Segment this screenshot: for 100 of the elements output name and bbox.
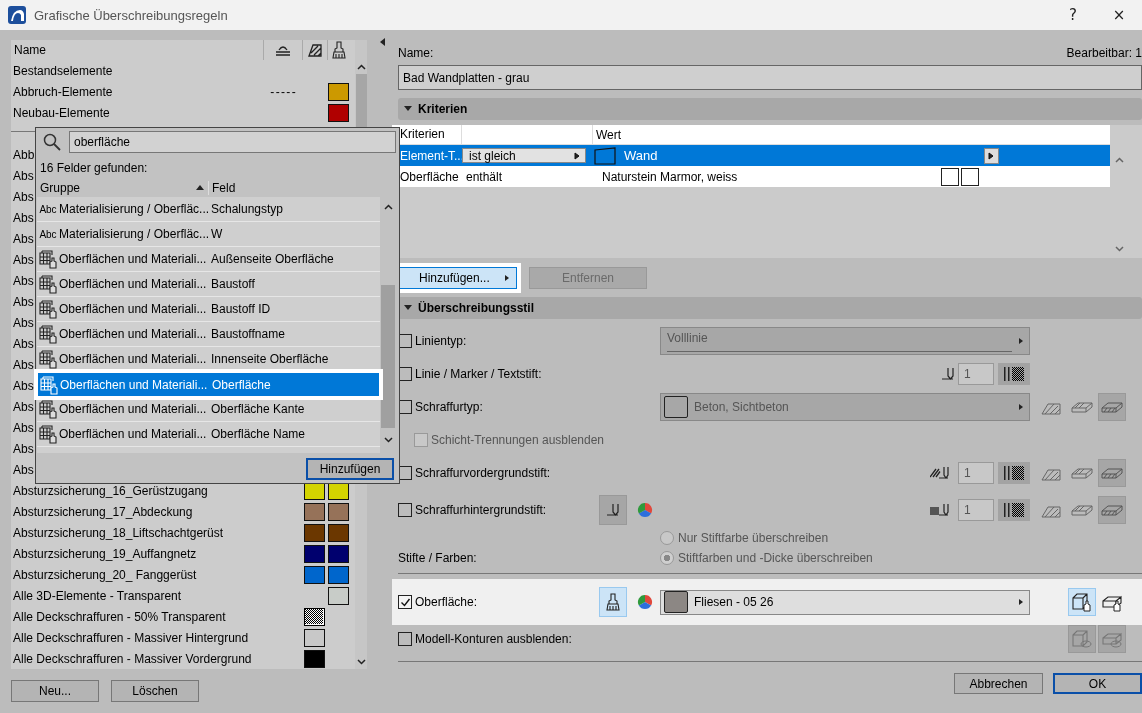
rule-name[interactable]: Alle Deckschraffuren - 50% Transparent	[11, 609, 263, 624]
cancel-button[interactable]: Abbrechen	[954, 673, 1043, 694]
text-type-label: Abc	[39, 203, 57, 215]
criterion-value: Naturstein Marmor, weiss	[602, 169, 738, 184]
radio-button[interactable]	[660, 551, 674, 565]
slab-surface-toggle[interactable]	[1098, 625, 1126, 653]
pattern-icon	[1004, 466, 1024, 480]
column-header[interactable]: Gruppe	[37, 181, 209, 195]
criteria-row[interactable]: Oberfläche enthält Naturstein Marmor, weiss	[392, 166, 1110, 187]
field-name: Oberfläche Name	[210, 427, 307, 441]
add-field-button[interactable]: Hinzufügen	[306, 458, 394, 480]
rule-name[interactable]: Absturzsicherung_20_ Fanggerüst	[11, 567, 263, 582]
rule-name[interactable]: Alle 3D-Elemente - Transparent	[11, 588, 263, 603]
field-name: W	[210, 227, 224, 241]
rule-name[interactable]: Alle Deckschraffuren - Massiver Hintergrund	[11, 630, 263, 645]
rule-name[interactable]: Absturzsicherung_18_Liftschachtgerüst	[11, 525, 263, 540]
pen-number-field[interactable]: 1	[958, 363, 994, 385]
search-icon	[43, 133, 61, 151]
section-view-toggle[interactable]	[1098, 393, 1126, 421]
search-field[interactable]: oberfläche	[69, 131, 396, 153]
color-wheel-icon	[637, 594, 653, 610]
operator-dropdown[interactable]: ist gleich	[462, 148, 586, 163]
help-button[interactable]: ?	[1050, 0, 1096, 30]
column-header[interactable]: Wert	[592, 125, 1110, 144]
group-name: Oberflächen und Materiali...	[59, 427, 208, 441]
field-row[interactable]: Oberflächen und Materiali... Baustoff	[37, 272, 381, 297]
column-label: Gruppe	[40, 181, 81, 195]
pen-number-field[interactable]: 1	[958, 462, 994, 484]
table-brush-icon	[38, 324, 58, 344]
checkbox[interactable]	[398, 400, 412, 414]
pen-pattern-button[interactable]	[998, 462, 1030, 484]
section-view-toggle[interactable]	[1098, 459, 1126, 487]
criterion-name: Oberfläche	[399, 169, 460, 184]
field-row[interactable]: Oberflächen und Materiali... Oberfläche	[37, 372, 381, 397]
rule-name[interactable]: Alle Deckschraffuren - Massiver Vordergrund	[11, 651, 263, 666]
cube-surface-toggle[interactable]	[1068, 625, 1096, 653]
checkbox[interactable]	[398, 334, 412, 348]
delete-button[interactable]: Löschen	[111, 680, 199, 702]
group-name: Materialisierung / Oberfläc...	[59, 202, 209, 216]
field-name: Baustoff ID	[210, 302, 272, 316]
field-row[interactable]: Abc Materialisierung / Oberfläc... Schalungstyp	[37, 197, 381, 222]
text-type-label: Abc	[39, 228, 57, 240]
chevron-up-icon	[1114, 157, 1124, 163]
arrow-button[interactable]	[984, 147, 999, 164]
collapse-arrow-icon	[380, 38, 388, 46]
empty-swatch[interactable]	[941, 167, 959, 186]
field-row[interactable]: Oberflächen und Materiali... Außenseite Oberfläche	[37, 247, 381, 272]
field-row[interactable]: Abc Materialisierung / Oberfläc... W	[37, 222, 381, 247]
field-row[interactable]: Oberflächen und Materiali... Baustoffname	[37, 322, 381, 347]
field-name: Außenseite Oberfläche	[210, 252, 335, 266]
rule-name[interactable]: Neubau-Elemente	[11, 105, 263, 120]
checkbox[interactable]	[398, 466, 412, 480]
section-header[interactable]: Kriterien	[398, 98, 1142, 120]
checkbox[interactable]	[398, 632, 412, 646]
column-header[interactable]: Name	[11, 40, 263, 60]
line-type-icon	[275, 44, 291, 56]
close-button[interactable]: ×	[1096, 0, 1142, 30]
criterion-value: Wand	[624, 148, 658, 163]
field-row[interactable]: Oberflächen und Materiali... Baustoff ID	[37, 297, 381, 322]
pen-number-field[interactable]: 1	[958, 499, 994, 521]
ok-button[interactable]: OK	[1053, 673, 1142, 694]
table-brush-icon	[38, 299, 58, 319]
dropdown-arrow-icon	[574, 151, 582, 160]
operator-label: enthält	[465, 169, 503, 184]
pen-icon	[607, 503, 619, 517]
rule-name[interactable]: Abbruch-Elemente	[11, 84, 263, 99]
name-field[interactable]: Bad Wandplatten - grau	[398, 65, 1142, 90]
empty-swatch[interactable]	[961, 167, 979, 186]
pen-pattern-button[interactable]	[998, 363, 1030, 385]
checkbox[interactable]	[398, 503, 412, 517]
new-button[interactable]: Neu...	[11, 680, 99, 702]
rule-name[interactable]: Absturzsicherung_17_Abdeckung	[11, 504, 263, 519]
rule-name[interactable]: Absturzsicherung_19_Auffangnetz	[11, 546, 263, 561]
pen-pattern-button[interactable]	[998, 499, 1030, 521]
brush-button[interactable]	[599, 587, 627, 617]
section-title: Überschreibungsstil	[418, 301, 535, 315]
section-view-toggle[interactable]	[1098, 496, 1126, 524]
radio-label: Stiftfarben und -Dicke überschreiben	[678, 551, 873, 565]
cube-surface-toggle[interactable]	[1068, 588, 1096, 616]
checkbox[interactable]	[398, 367, 412, 381]
field-row[interactable]: Oberflächen und Materiali... Oberfläche Kante	[37, 397, 381, 422]
pattern-icon	[1004, 503, 1024, 517]
rule-name[interactable]: Absturzsicherung_16_Gerüstzugang	[11, 483, 263, 498]
radio-button[interactable]	[660, 531, 674, 545]
checkbox[interactable]	[414, 433, 428, 447]
add-criterion-button[interactable]: Hinzufügen...	[398, 267, 517, 289]
checkbox[interactable]	[398, 595, 412, 609]
pen-picker-button[interactable]	[599, 495, 627, 525]
table-brush-icon	[38, 274, 58, 294]
section-header[interactable]: Überschreibungsstil	[398, 297, 1142, 319]
field-row[interactable]: Oberflächen und Materiali... Oberfläche Name	[37, 422, 381, 447]
rule-name[interactable]: Bestandselemente	[11, 63, 263, 78]
surface-dropdown[interactable]: Fliesen - 05 26	[660, 589, 1030, 615]
column-header[interactable]: Kriterien	[392, 125, 462, 144]
scrollbar-thumb[interactable]	[381, 285, 395, 428]
column-header[interactable]: Feld	[209, 181, 381, 195]
group-name: Materialisierung / Oberfläc...	[59, 227, 209, 241]
chevron-down-icon	[1114, 246, 1124, 252]
cube-brush-icon	[1071, 592, 1093, 612]
table-brush-icon	[38, 349, 58, 369]
